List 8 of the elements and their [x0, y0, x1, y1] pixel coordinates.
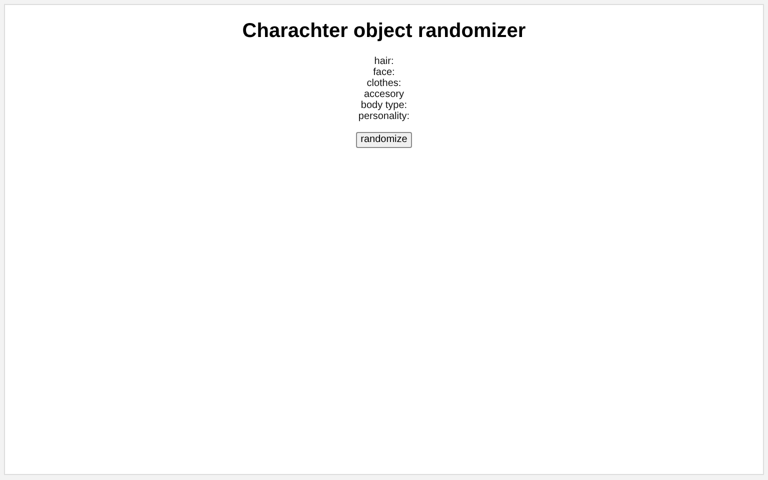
field-label: body type: [360, 100, 408, 111]
randomize-button[interactable]: randomize [356, 132, 412, 148]
field-label: personality: [358, 111, 410, 122]
field-label: hair: [374, 56, 394, 67]
field-label: face: [373, 67, 395, 78]
field-label: accesory [364, 89, 404, 100]
page-title: Charachter object randomizer [242, 19, 526, 43]
field-label: clothes: [366, 78, 402, 89]
